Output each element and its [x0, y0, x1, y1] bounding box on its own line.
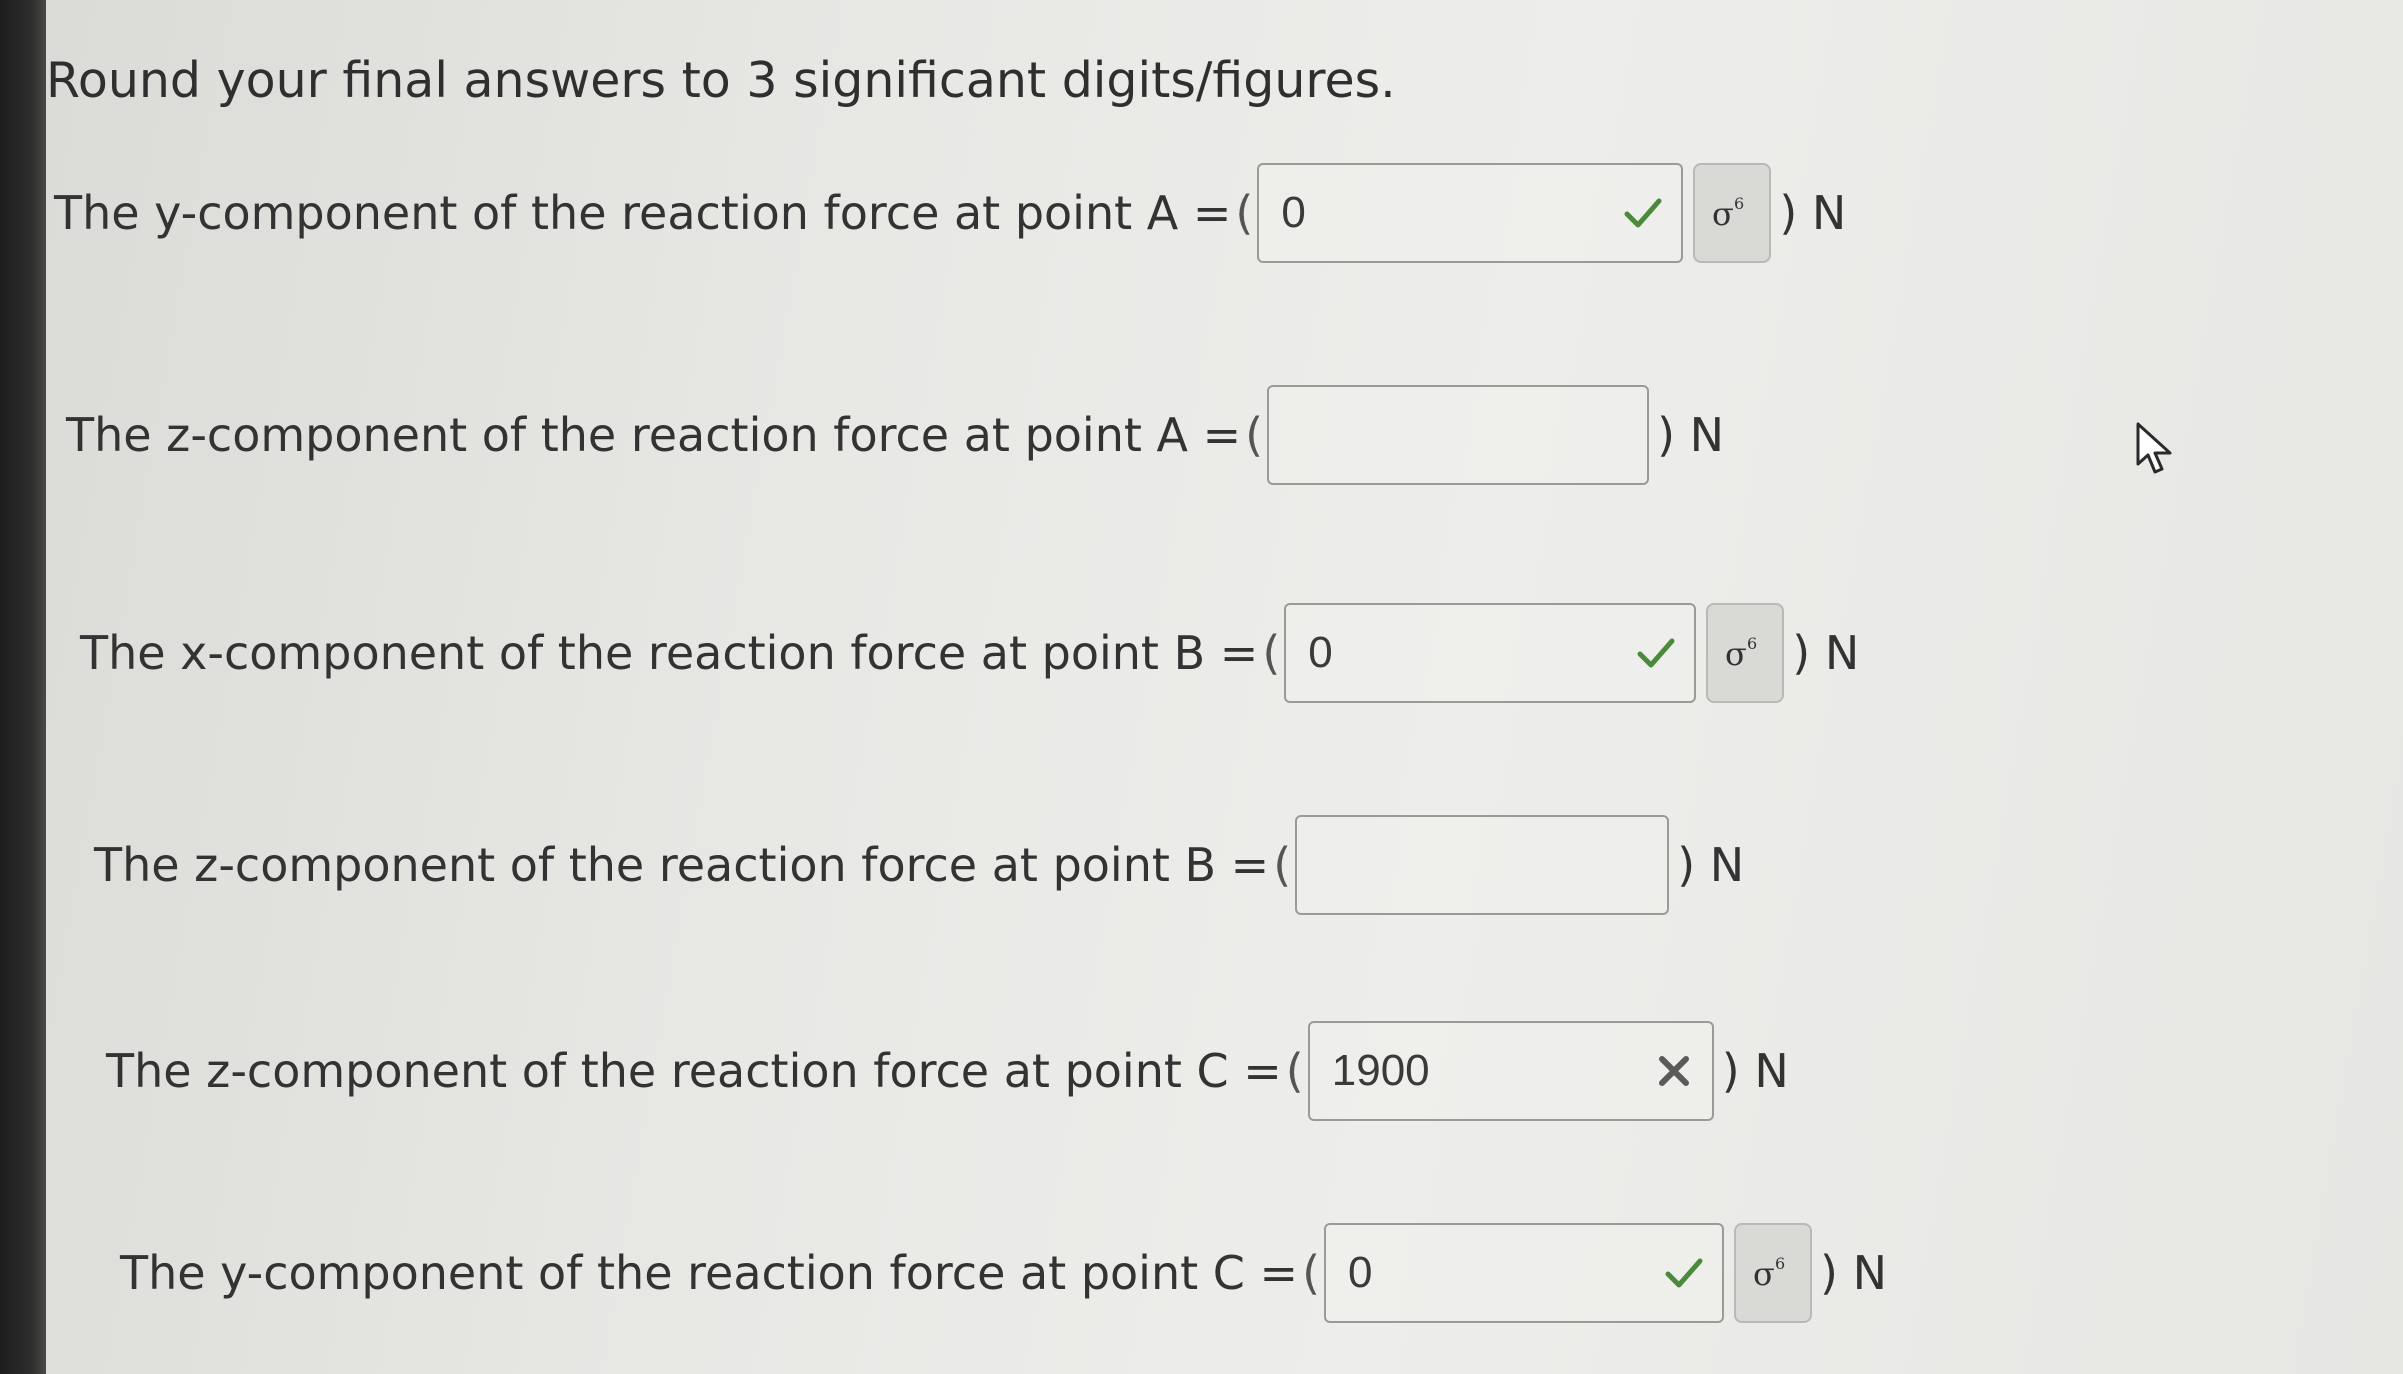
svg-text:σ: σ: [1725, 635, 1747, 673]
svg-text:6: 6: [1747, 634, 1757, 653]
check-icon: [1637, 638, 1675, 668]
unit-label: ) N: [1677, 838, 1745, 892]
question-label: The z-component of the reaction force at…: [106, 1044, 1282, 1098]
instruction-text: Round your final answers to 3 significan…: [46, 52, 1396, 109]
unit-label: ) N: [1779, 186, 1847, 240]
answer-input[interactable]: [1267, 385, 1650, 485]
answer-input[interactable]: 0: [1284, 603, 1697, 703]
answer-value: 0: [1308, 628, 1333, 677]
question-label: The y-component of the reaction force at…: [54, 186, 1232, 240]
answer-value: 0: [1281, 188, 1306, 237]
question-row-ay: The y-component of the reaction force at…: [54, 158, 1846, 268]
svg-text:6: 6: [1775, 1254, 1785, 1273]
unit-label: ) N: [1792, 626, 1860, 680]
question-row-bz: The z-component of the reaction force at…: [94, 810, 1744, 920]
answer-input[interactable]: 0: [1324, 1223, 1725, 1323]
svg-text:σ: σ: [1712, 195, 1734, 233]
x-mark-icon: [1658, 1056, 1689, 1086]
answer-input[interactable]: 1900: [1307, 1021, 1714, 1121]
open-paren: (: [1302, 1246, 1321, 1300]
unit-label: ) N: [1657, 408, 1725, 462]
svg-text:6: 6: [1734, 194, 1744, 213]
open-paren: (: [1285, 1044, 1304, 1098]
sigma-hint-button[interactable]: σ 6: [1706, 603, 1785, 703]
answer-value: 0: [1348, 1248, 1373, 1297]
question-row-az: The z-component of the reaction force at…: [66, 380, 1724, 490]
unit-label: ) N: [1820, 1246, 1887, 1300]
check-icon: [1665, 1258, 1703, 1288]
screen-bezel: [0, 0, 46, 1374]
question-row-cz: The z-component of the reaction force at…: [106, 1016, 1789, 1126]
open-paren: (: [1245, 408, 1264, 462]
question-label: The y-component of the reaction force at…: [120, 1246, 1299, 1300]
open-paren: (: [1235, 186, 1254, 240]
check-icon: [1624, 198, 1662, 228]
mouse-cursor-icon: [2136, 422, 2172, 474]
open-paren: (: [1262, 626, 1281, 680]
answer-input[interactable]: [1295, 815, 1670, 915]
sigma-hint-icon: σ 6: [1725, 634, 1757, 673]
question-row-bx: The x-component of the reaction force at…: [80, 598, 1859, 708]
answer-input[interactable]: 0: [1257, 163, 1684, 263]
sigma-hint-icon: σ 6: [1712, 194, 1744, 233]
svg-text:σ: σ: [1753, 1255, 1775, 1293]
answer-value: 1900: [1331, 1046, 1430, 1095]
sigma-hint-button[interactable]: σ 6: [1734, 1223, 1813, 1323]
unit-label: ) N: [1721, 1044, 1789, 1098]
question-row-cy: The y-component of the reaction force at…: [120, 1218, 1887, 1328]
question-label: The z-component of the reaction force at…: [94, 838, 1270, 892]
sigma-hint-icon: σ 6: [1753, 1254, 1785, 1293]
sigma-hint-button[interactable]: σ 6: [1693, 163, 1772, 263]
question-label: The x-component of the reaction force at…: [80, 626, 1259, 680]
open-paren: (: [1273, 838, 1292, 892]
question-label: The z-component of the reaction force at…: [66, 408, 1242, 462]
